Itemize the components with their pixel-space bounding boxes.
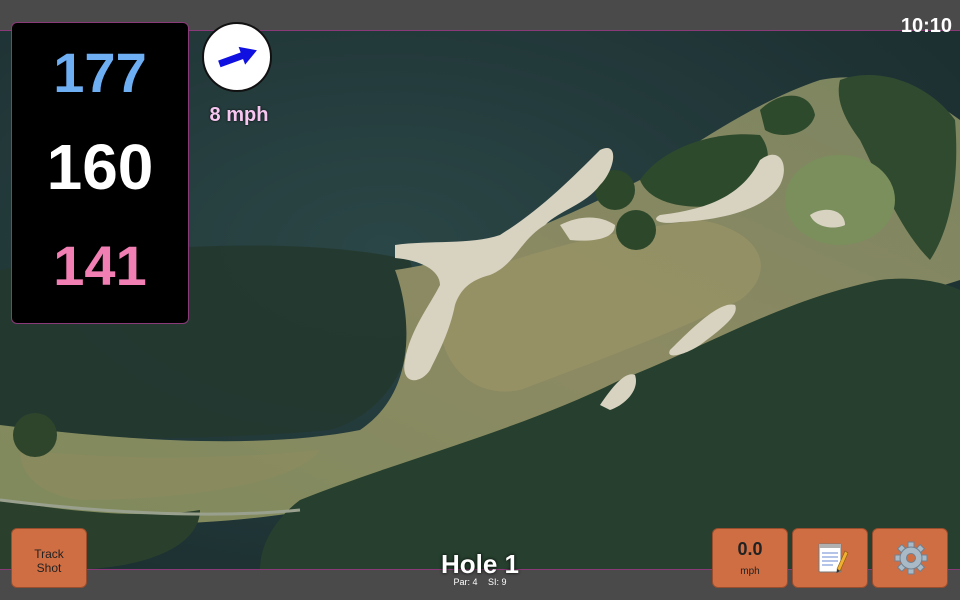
front-yardage: 141 — [53, 234, 147, 297]
track-shot-button[interactable]: Track Shot — [11, 528, 87, 588]
hole-meta: Par: 4 SI: 9 — [380, 577, 580, 587]
speed-value: 0.0 — [737, 539, 763, 559]
wind-arrow-icon — [218, 46, 257, 68]
hole-par: Par: 4 — [453, 577, 478, 587]
track-shot-label-line1: Track — [34, 547, 64, 561]
notepad-icon — [818, 543, 849, 573]
wind-indicator — [202, 22, 272, 92]
wind-speed: 8 mph — [209, 104, 269, 126]
gear-icon — [894, 541, 928, 575]
speed-button[interactable]: 0.0 mph — [712, 528, 788, 588]
settings-button[interactable] — [872, 528, 948, 588]
speed-unit: mph — [740, 566, 760, 577]
back-yardage: 177 — [53, 41, 147, 104]
notes-button[interactable] — [792, 528, 868, 588]
middle-yardage: 160 — [46, 131, 154, 203]
hole-stroke-index: SI: 9 — [488, 577, 507, 587]
track-shot-label-line2: Shot — [36, 561, 62, 575]
clock: 10:10 — [900, 15, 952, 37]
hole-title: Hole 1 — [440, 549, 520, 579]
yardage-panel: 177 160 141 — [11, 22, 189, 324]
